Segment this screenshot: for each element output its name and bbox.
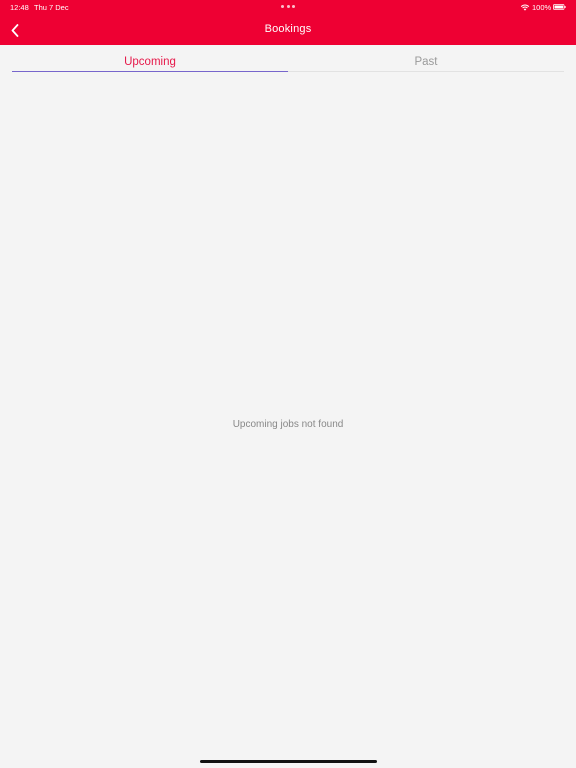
battery-percentage: 100% — [532, 3, 552, 12]
home-indicator[interactable] — [200, 760, 377, 763]
tab-past[interactable]: Past — [288, 52, 564, 72]
navigation-header: 12:48 Thu 7 Dec 100% Bookings — [0, 0, 576, 45]
battery-icon — [553, 4, 566, 10]
empty-state-message: Upcoming jobs not found — [232, 419, 344, 430]
tab-upcoming[interactable]: Upcoming — [12, 52, 288, 72]
page-title: Bookings — [264, 23, 312, 35]
status-bar: 12:48 Thu 7 Dec 100% — [0, 0, 576, 14]
status-time: 12:48 — [10, 3, 29, 12]
status-date: Thu 7 Dec — [34, 3, 69, 12]
bookings-tabs: Upcoming Past — [12, 52, 564, 72]
wifi-icon — [520, 4, 530, 11]
multitasking-dots-icon[interactable] — [281, 5, 295, 9]
